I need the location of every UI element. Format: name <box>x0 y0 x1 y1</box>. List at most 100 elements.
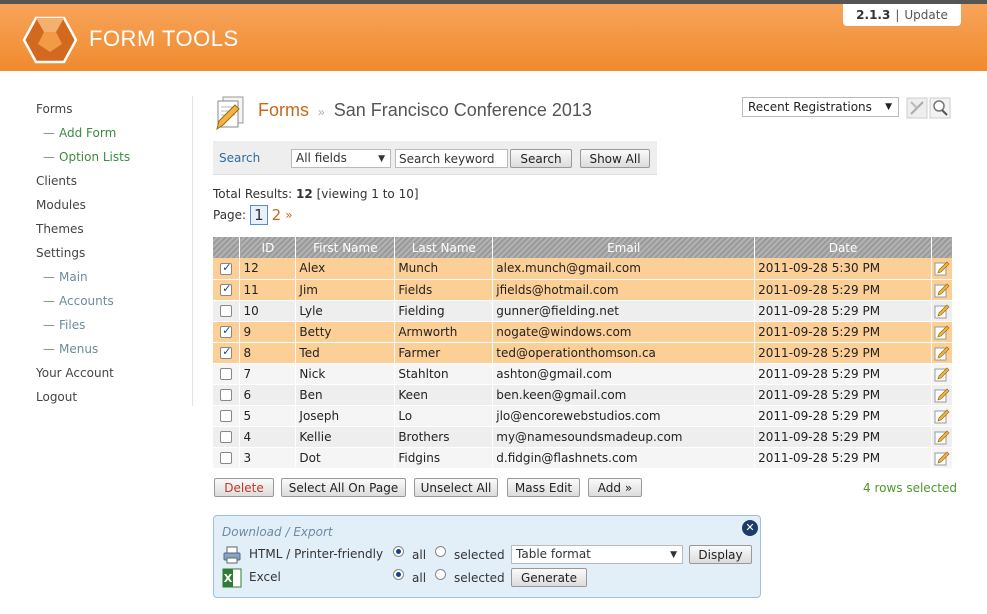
cell-id: 3 <box>239 447 297 469</box>
sidebar-item-files[interactable]: — Files <box>36 316 186 340</box>
next-page-link[interactable]: » <box>285 208 292 222</box>
sidebar-item-your-account[interactable]: Your Account <box>36 364 186 388</box>
cell-id: 4 <box>239 426 297 448</box>
edit-pencil-icon[interactable] <box>934 408 950 424</box>
cell-date: 2011-09-28 5:29 PM <box>754 405 932 427</box>
column-header-date[interactable]: Date <box>754 237 932 258</box>
cell-last: Stahlton <box>394 363 494 385</box>
search-field-select[interactable]: All fields ▼ <box>291 149 391 168</box>
unselect-all-button[interactable]: Unselect All <box>414 478 498 497</box>
magnifier-icon[interactable] <box>929 97 951 119</box>
edit-pencil-icon[interactable] <box>934 260 950 276</box>
row-checkbox[interactable] <box>220 345 233 359</box>
table-row[interactable]: 8TedFarmerted@operationthomson.ca2011-09… <box>213 342 954 364</box>
mass-edit-button[interactable]: Mass Edit <box>507 478 580 497</box>
excel-all-radio[interactable] <box>393 569 404 580</box>
excel-selected-radio[interactable] <box>435 569 446 580</box>
update-link[interactable]: Update <box>904 8 947 22</box>
version-separator: | <box>895 8 900 22</box>
sidebar-item-option-lists[interactable]: — Option Lists <box>36 148 186 172</box>
add-button[interactable]: Add » <box>588 478 642 497</box>
row-checkbox[interactable] <box>220 431 233 443</box>
sidebar-item-themes[interactable]: Themes <box>36 220 186 244</box>
sidebar-item-accounts[interactable]: — Accounts <box>36 292 186 316</box>
view-select[interactable]: Recent Registrations ▼ <box>742 97 899 117</box>
search-input[interactable] <box>395 149 508 168</box>
row-select-cell <box>213 279 241 301</box>
cell-first: Ben <box>295 384 396 406</box>
table-row[interactable]: 7 Nick Stahlton ashton@gmail.com 2011-09-28 … <box>213 363 954 385</box>
row-select-cell <box>213 384 241 406</box>
row-checkbox[interactable] <box>220 261 233 275</box>
sidebar-item-label: Accounts <box>59 294 114 308</box>
sidebar-item-main[interactable]: — Main <box>36 268 186 292</box>
cell-first: Dot <box>295 447 396 469</box>
cell-last: Brothers <box>394 426 494 448</box>
row-checkbox[interactable] <box>220 282 233 296</box>
table-row[interactable]: 6 Ben Keen ben.keen@gmail.com 2011-09-28 5:2… <box>213 384 954 406</box>
row-select-cell <box>213 363 241 385</box>
sidebar-item-settings[interactable]: Settings <box>36 244 186 268</box>
column-header-first-name[interactable]: First Name <box>295 237 396 258</box>
row-checkbox[interactable] <box>220 305 233 317</box>
forms-link[interactable]: Forms <box>258 100 309 120</box>
edit-pencil-icon[interactable] <box>934 303 950 319</box>
edit-pencil-icon[interactable] <box>934 366 950 382</box>
html-all-radio[interactable] <box>393 546 404 557</box>
select-column-header <box>213 237 241 258</box>
close-icon[interactable]: ✕ <box>742 520 758 536</box>
edit-pencil-icon[interactable] <box>934 387 950 403</box>
select-all-button[interactable]: Select All On Page <box>281 478 406 497</box>
cell-email: jlo@encorewebstudios.com <box>492 405 756 427</box>
cell-email: ben.keen@gmail.com <box>492 384 756 406</box>
sub-dash: — <box>43 126 55 140</box>
table-row[interactable]: 12AlexMunchalex.munch@gmail.com2011-09-2… <box>213 258 954 280</box>
edit-pencil-icon[interactable] <box>934 450 950 466</box>
table-row[interactable]: 10 Lyle Fielding gunner@fielding.net 2011-09… <box>213 300 954 322</box>
edit-pencil-icon[interactable] <box>934 429 950 445</box>
page-2-link[interactable]: 2 <box>272 206 282 224</box>
delete-button[interactable]: Delete <box>214 478 274 497</box>
view-select-value: Recent Registrations <box>748 100 872 114</box>
cell-date: 2011-09-28 5:29 PM <box>754 384 932 406</box>
format-select-value: Table format <box>516 547 591 561</box>
show-all-button[interactable]: Show All <box>580 149 650 168</box>
sidebar-item-add-form[interactable]: — Add Form <box>36 124 186 148</box>
cell-id: 12 <box>239 258 297 280</box>
generate-button[interactable]: Generate <box>511 568 587 587</box>
html-selected-radio[interactable] <box>435 546 446 557</box>
table-row[interactable]: 3 Dot Fidgins d.fidgin@flashnets.com 2011-09… <box>213 447 954 469</box>
table-row[interactable]: 9BettyArmworthnogate@windows.com2011-09-… <box>213 321 954 343</box>
search-button[interactable]: Search <box>510 149 572 168</box>
row-checkbox[interactable] <box>220 324 233 338</box>
sidebar-item-logout[interactable]: Logout <box>36 388 186 412</box>
version-number: 2.1.3 <box>856 8 891 22</box>
column-header-id[interactable]: ID <box>239 237 297 258</box>
row-checkbox[interactable] <box>220 389 233 401</box>
sidebar-item-forms[interactable]: Forms <box>36 100 186 124</box>
table-row[interactable]: 11JimFieldsjfields@hotmail.com2011-09-28… <box>213 279 954 301</box>
cell-id: 11 <box>239 279 297 301</box>
table-row[interactable]: 4 Kellie Brothers my@namesoundsmadeup.com 20… <box>213 426 954 448</box>
edit-pencil-icon[interactable] <box>934 345 950 361</box>
cell-id: 10 <box>239 300 297 322</box>
edit-pencil-icon[interactable] <box>934 282 950 298</box>
table-row[interactable]: 5 Joseph Lo jlo@encorewebstudios.com 2011-09… <box>213 405 954 427</box>
brand-name: FORM TOOLS <box>89 26 239 51</box>
column-header-email[interactable]: Email <box>492 237 756 258</box>
cell-first: Jim <box>295 279 396 301</box>
column-header-last-name[interactable]: Last Name <box>394 237 494 258</box>
display-button[interactable]: Display <box>689 545 752 564</box>
edit-pencil-icon[interactable] <box>934 324 950 340</box>
row-edit-cell <box>931 384 954 406</box>
row-checkbox[interactable] <box>220 452 233 464</box>
title-separator: » <box>318 105 325 119</box>
sidebar-item-clients[interactable]: Clients <box>36 172 186 196</box>
row-checkbox[interactable] <box>220 368 233 380</box>
sidebar-item-menus[interactable]: — Menus <box>36 340 186 364</box>
row-checkbox[interactable] <box>220 410 233 422</box>
table-header-row: ID First Name Last Name Email Date <box>213 237 954 258</box>
edit-view-icon[interactable] <box>906 97 928 119</box>
format-select[interactable]: Table format ▼ <box>511 545 683 564</box>
sidebar-item-modules[interactable]: Modules <box>36 196 186 220</box>
